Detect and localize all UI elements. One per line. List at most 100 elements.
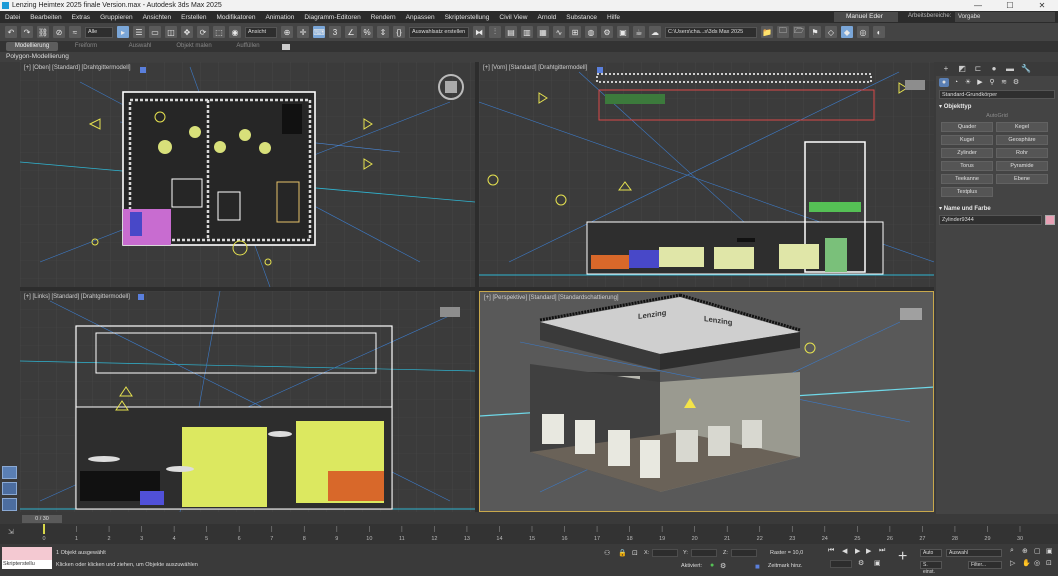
project-folder-icon[interactable]: 📁: [761, 26, 773, 38]
object-name-input[interactable]: Zylinder9344: [939, 215, 1043, 225]
reference-coordinate-select[interactable]: Ansicht: [245, 26, 277, 38]
menu-erstellen[interactable]: Erstellen: [176, 14, 211, 21]
menu-gruppieren[interactable]: Gruppieren: [95, 14, 138, 21]
pan-icon[interactable]: ✋: [1022, 559, 1031, 567]
adaptive-degradation-icon[interactable]: ●: [710, 562, 714, 569]
adaptive-settings-icon[interactable]: ⚙: [720, 562, 726, 570]
schematic-view-icon[interactable]: ⊞: [569, 26, 581, 38]
modify-tab-icon[interactable]: ◩: [955, 64, 969, 74]
keyboard-shortcut-override-icon[interactable]: ⌨: [313, 26, 325, 38]
primitive-type-select[interactable]: Standard-Grundkörper: [939, 90, 1055, 99]
object-type-rollout-title[interactable]: ▾ Objekttyp: [939, 103, 1055, 110]
time-slider-knob[interactable]: 0 / 30: [22, 515, 62, 523]
viewport-layout-button-1[interactable]: [2, 466, 17, 479]
set-key-mode-button[interactable]: S. einst.: [920, 561, 942, 575]
viewport-front[interactable]: [+] [Vorn] [Standard] [Drahtgittermodell…: [479, 62, 934, 287]
scene-explorer-icon[interactable]: ▤: [505, 26, 517, 38]
viewport-config-icon[interactable]: ◎: [857, 26, 869, 38]
track-bar[interactable]: 0 1 2 3 4 5 6 7 8 9 10 11 12 13 14 15 16 17 18 19 20 21 22 23 24…: [0, 524, 1058, 544]
lights-category-icon[interactable]: ☀: [963, 78, 973, 87]
layer-explorer-icon[interactable]: ▥: [521, 26, 533, 38]
ribbon-toggle-icon[interactable]: ▦: [537, 26, 549, 38]
named-selection-set-select[interactable]: Auswahlsatz erstellen: [409, 26, 469, 38]
isolate-selection-icon[interactable]: ⚇: [604, 549, 610, 557]
spinner-snap-icon[interactable]: ⇕: [377, 26, 389, 38]
pivot-center-icon[interactable]: ⊕: [281, 26, 293, 38]
tab-auffuellen[interactable]: Auffüllen: [222, 42, 274, 51]
minimize-button[interactable]: —: [962, 1, 994, 10]
textplus-button[interactable]: Textplus: [941, 187, 993, 197]
undo-icon[interactable]: ↶: [5, 26, 17, 38]
previous-frame-icon[interactable]: ◀: [842, 547, 847, 555]
z-coord-field[interactable]: [731, 549, 757, 557]
zoom-extents-all-icon[interactable]: ▣: [1046, 547, 1053, 555]
angle-snap-icon[interactable]: ∠: [345, 26, 357, 38]
rohr-button[interactable]: Rohr: [996, 148, 1048, 158]
viewport-left[interactable]: [+] [Links] [Standard] [Drahtgittermodel…: [20, 291, 475, 512]
material-editor-icon[interactable]: ◍: [585, 26, 597, 38]
viewport-perspective[interactable]: [+] [Perspektive] [Standard] [Standardsc…: [479, 291, 934, 512]
current-frame-marker[interactable]: [43, 524, 45, 534]
menu-anpassen[interactable]: Anpassen: [401, 14, 440, 21]
tab-auswahl[interactable]: Auswahl: [114, 42, 166, 51]
tab-modellierung[interactable]: Modellierung: [6, 42, 58, 51]
teekanne-button[interactable]: Teekanne: [941, 174, 993, 184]
select-by-name-icon[interactable]: ☰: [133, 26, 145, 38]
field-of-view-icon[interactable]: ▷: [1010, 559, 1015, 567]
maximize-viewport-icon[interactable]: ⊡: [1046, 559, 1052, 567]
maxscript-listener[interactable]: Skripterstellu: [2, 547, 52, 569]
pyramide-button[interactable]: Pyramide: [996, 161, 1048, 171]
viewport-top-label[interactable]: [+] [Oben] [Standard] [Drahtgittermodell…: [24, 65, 131, 71]
select-rotate-icon[interactable]: ⟳: [197, 26, 209, 38]
maximize-button[interactable]: ☐: [994, 1, 1026, 10]
x-coord-field[interactable]: [652, 549, 678, 557]
time-config-icon[interactable]: ⚙: [858, 559, 864, 567]
selection-filter-select[interactable]: Alle: [85, 26, 113, 38]
torus-button[interactable]: Torus: [941, 161, 993, 171]
time-slider[interactable]: 0 / 30: [0, 514, 1058, 524]
viewport-top[interactable]: [+] [Oben] [Standard] [Drahtgittermodell…: [20, 62, 475, 287]
set-key-icon[interactable]: +: [898, 548, 907, 566]
menu-hilfe[interactable]: Hilfe: [602, 14, 625, 21]
menu-arnold[interactable]: Arnold: [532, 14, 561, 21]
viewcube-left[interactable]: [440, 307, 460, 317]
select-manipulate-icon[interactable]: ✛: [297, 26, 309, 38]
menu-substance[interactable]: Substance: [561, 14, 602, 21]
globe-icon[interactable]: ◐: [873, 26, 885, 38]
bind-space-warp-icon[interactable]: ≈: [69, 26, 81, 38]
zylinder-button[interactable]: Zylinder: [941, 148, 993, 158]
orbit-icon[interactable]: ◎: [1034, 559, 1040, 567]
viewport-front-label[interactable]: [+] [Vorn] [Standard] [Drahtgittermodell…: [483, 65, 587, 71]
play-icon[interactable]: ▶: [855, 547, 860, 555]
select-scale-icon[interactable]: ⬚: [213, 26, 225, 38]
helpers-category-icon[interactable]: ⚲: [987, 78, 997, 87]
viewport-perspective-label[interactable]: [+] [Perspektive] [Standard] [Standardsc…: [484, 295, 619, 301]
select-object-icon[interactable]: ▸: [117, 26, 129, 38]
cameras-category-icon[interactable]: ▶: [975, 78, 985, 87]
current-frame-field[interactable]: [830, 560, 852, 568]
quader-button[interactable]: Quader: [941, 122, 993, 132]
user-account-button[interactable]: Manuel Eder: [834, 12, 898, 22]
key-filters-button[interactable]: Filter...: [968, 561, 1002, 569]
ribbon-expand-icon[interactable]: [282, 43, 290, 50]
asset-tracking-icon[interactable]: ◇: [825, 26, 837, 38]
autogrid-checkbox[interactable]: AutoGrid: [936, 113, 1058, 119]
zoom-icon[interactable]: ⌕: [1010, 547, 1014, 555]
save-folder-icon[interactable]: 🗁: [793, 26, 805, 38]
next-frame-icon[interactable]: ▶: [866, 547, 871, 555]
ebene-button[interactable]: Ebene: [996, 174, 1048, 184]
active-shade-icon[interactable]: ◆: [841, 26, 853, 38]
close-button[interactable]: ✕: [1026, 1, 1058, 10]
rendered-frame-window-icon[interactable]: ▣: [617, 26, 629, 38]
key-filter-icon[interactable]: ⇲: [8, 528, 14, 536]
menu-bearbeiten[interactable]: Bearbeiten: [25, 14, 66, 21]
zoom-extents-icon[interactable]: ▢: [1034, 547, 1041, 555]
menu-skripterstellung[interactable]: Skripterstellung: [440, 14, 495, 21]
shapes-category-icon[interactable]: ◔: [951, 78, 961, 87]
menu-animation[interactable]: Animation: [260, 14, 299, 21]
menu-modifikatoren[interactable]: Modifikatoren: [211, 14, 260, 21]
unlink-icon[interactable]: ⊘: [53, 26, 65, 38]
render-production-icon[interactable]: ☕: [633, 26, 645, 38]
geometry-category-icon[interactable]: ●: [939, 77, 949, 87]
menu-civil-view[interactable]: Civil View: [494, 14, 532, 21]
